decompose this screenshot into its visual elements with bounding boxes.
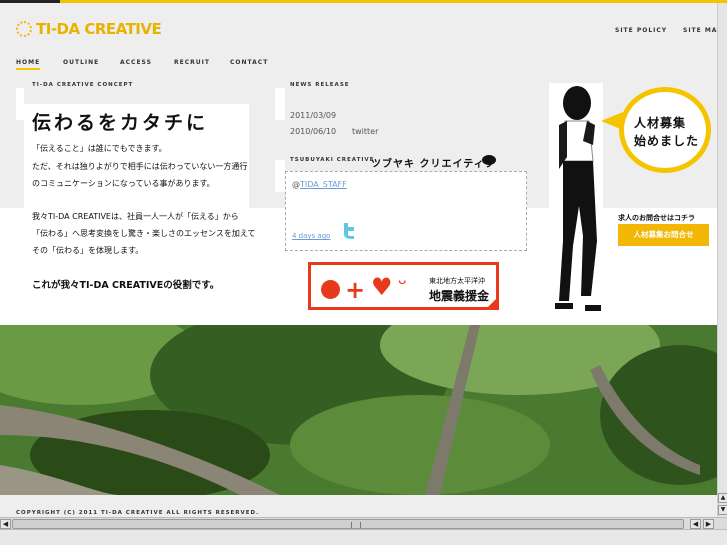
scroll-grip-icon [351, 522, 361, 528]
main-nav: HOME OUTLINE ACCESS RECRUIT CONTACT [16, 59, 276, 70]
scroll-right-icon[interactable]: ▶ [703, 519, 714, 529]
concept-line-5: 「伝わる」へ思考変換をし驚き・楽しさのエッセンスを加えて [32, 229, 256, 238]
scroll-left-icon[interactable]: ◀ [0, 519, 11, 529]
recruit-note: 求人のお問合せはコチラ [618, 214, 695, 222]
recruit-bubble-line-1: 人材募集 [634, 116, 687, 130]
quake-relief-banner[interactable]: + ♥ ᵕ 東北地方太平洋沖 地震義援金 [308, 262, 499, 310]
site-logo[interactable]: TI-DA CREATIVE [16, 20, 162, 38]
nav-home[interactable]: HOME [16, 59, 41, 70]
concept-line-3: のコミュニケーションになっている事があります。 [32, 179, 215, 188]
circle-icon [321, 280, 340, 299]
top-stripe-dark [0, 0, 60, 3]
speech-bubble-icon [482, 155, 496, 165]
status-bar [0, 529, 727, 545]
banner-corner [487, 298, 497, 308]
scroll-down-icon[interactable]: ▼ [718, 505, 727, 515]
tsubuyaki-edge-panel [275, 160, 285, 192]
concept-closing: これが我々TI-DA CREATIVEの役割です。 [32, 280, 220, 291]
news-edge-panel [275, 88, 285, 120]
staff-person-image [555, 86, 601, 311]
scroll-thumb[interactable] [12, 519, 684, 529]
foliage-image [0, 325, 727, 495]
recruit-inquiry-button[interactable]: 人材募集お問合せ [618, 224, 709, 246]
sun-logo-icon [16, 21, 32, 37]
top-accent-stripe [0, 0, 727, 3]
banner-line-2: 地震義援金 [429, 289, 490, 303]
smile-icon: ᵕ [398, 272, 408, 297]
concept-line-1: 「伝えること」は誰にでもできます。 [32, 144, 167, 153]
tsubuyaki-title: ツブヤキ クリエイティブ [371, 159, 496, 170]
tree-photo [0, 325, 727, 495]
scroll-up-icon[interactable]: ▲ [718, 493, 727, 503]
plus-icon: + [345, 276, 366, 304]
news-item-link[interactable]: twitter [352, 127, 378, 136]
tsubuyaki-label: TSUBUYAKI CREATIVE [290, 157, 375, 163]
concept-label: TI-DA CREATIVE CONCEPT [32, 82, 134, 88]
concept-title: 伝わるをカタチに [32, 112, 209, 134]
edge-panel [16, 88, 24, 120]
tweet-user: @TIDA_STAFF [292, 180, 347, 189]
twitter-t-icon [344, 223, 354, 239]
tweet-user-link[interactable]: TIDA_STAFF [300, 180, 347, 189]
news-date: 2010/06/10 [290, 127, 337, 136]
concept-line-2: ただ、それは独りよがりで相手には伝わっていない一方通行 [32, 162, 248, 171]
concept-line-6: その「伝わる」を体現します。 [32, 246, 144, 255]
concept-line-4: 我々TI-DA CREATIVEは、社員一人一人が「伝える」から [32, 212, 239, 221]
nav-recruit[interactable]: RECRUIT [174, 59, 210, 66]
recruit-bubble[interactable]: 人材募集 始めました [619, 87, 711, 173]
nav-access[interactable]: ACCESS [120, 59, 152, 66]
site-policy-link[interactable]: SITE POLICY [615, 27, 667, 34]
logo-text: TI-DA CREATIVE [36, 20, 162, 38]
nav-contact[interactable]: CONTACT [230, 59, 268, 66]
tweet-time-link[interactable]: 4 days ago [292, 232, 330, 240]
news-date: 2011/03/09 [290, 111, 337, 120]
recruit-bubble-line-2: 始めました [634, 134, 700, 148]
tweet-box: @TIDA_STAFF 4 days ago [285, 171, 527, 251]
horizontal-scrollbar[interactable]: ◀ ◀ ▶ [0, 517, 727, 529]
scroll-left-icon[interactable]: ◀ [690, 519, 701, 529]
copyright-text: COPYRIGHT (C) 2011 TI-DA CREATIVE ALL RI… [16, 510, 260, 516]
banner-line-1: 東北地方太平洋沖 [429, 277, 485, 285]
news-label: NEWS RELEASE [290, 82, 350, 88]
heart-icon: ♥ [371, 273, 393, 301]
vertical-scrollbar[interactable]: ▲ ▼ [717, 3, 727, 517]
nav-outline[interactable]: OUTLINE [63, 59, 99, 66]
